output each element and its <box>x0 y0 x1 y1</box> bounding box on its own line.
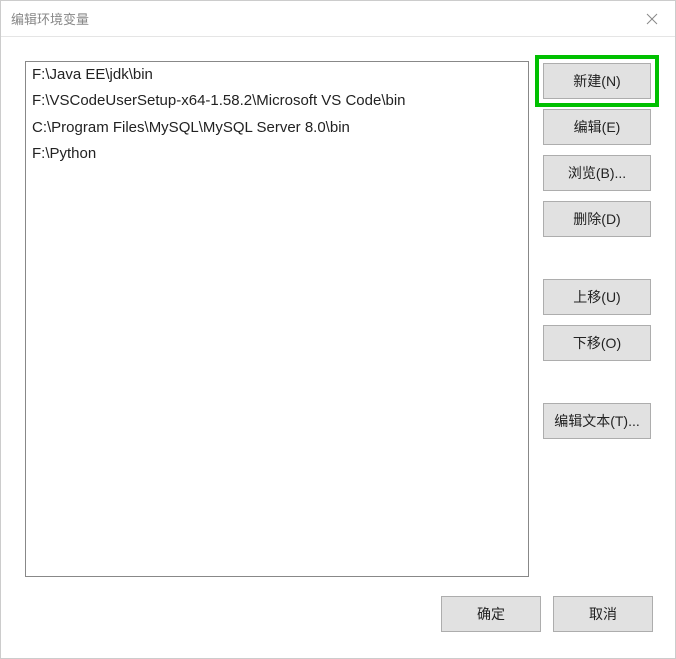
browse-button[interactable]: 浏览(B)... <box>543 155 651 191</box>
env-var-dialog: 编辑环境变量 F:\Java EE\jdk\bin F:\VSCodeUserS… <box>0 0 676 659</box>
move-up-button[interactable]: 上移(U) <box>543 279 651 315</box>
close-icon <box>646 13 658 25</box>
edit-text-button[interactable]: 编辑文本(T)... <box>543 403 651 439</box>
move-down-button[interactable]: 下移(O) <box>543 325 651 361</box>
cancel-button[interactable]: 取消 <box>553 596 653 632</box>
side-button-panel: 新建(N) 编辑(E) 浏览(B)... 删除(D) 上移(U) 下移(O) 编… <box>543 61 651 582</box>
list-item[interactable]: C:\Program Files\MySQL\MySQL Server 8.0\… <box>26 115 528 141</box>
ok-button[interactable]: 确定 <box>441 596 541 632</box>
delete-button[interactable]: 删除(D) <box>543 201 651 237</box>
edit-button[interactable]: 编辑(E) <box>543 109 651 145</box>
list-item[interactable]: F:\Python <box>26 141 528 167</box>
content-area: F:\Java EE\jdk\bin F:\VSCodeUserSetup-x6… <box>1 37 675 596</box>
close-button[interactable] <box>629 1 675 37</box>
path-listbox[interactable]: F:\Java EE\jdk\bin F:\VSCodeUserSetup-x6… <box>25 61 529 577</box>
list-item[interactable]: F:\Java EE\jdk\bin <box>26 62 528 88</box>
dialog-title: 编辑环境变量 <box>11 9 89 28</box>
new-button[interactable]: 新建(N) <box>543 63 651 99</box>
titlebar: 编辑环境变量 <box>1 1 675 37</box>
footer: 确定 取消 <box>1 596 675 658</box>
list-item[interactable]: F:\VSCodeUserSetup-x64-1.58.2\Microsoft … <box>26 88 528 114</box>
